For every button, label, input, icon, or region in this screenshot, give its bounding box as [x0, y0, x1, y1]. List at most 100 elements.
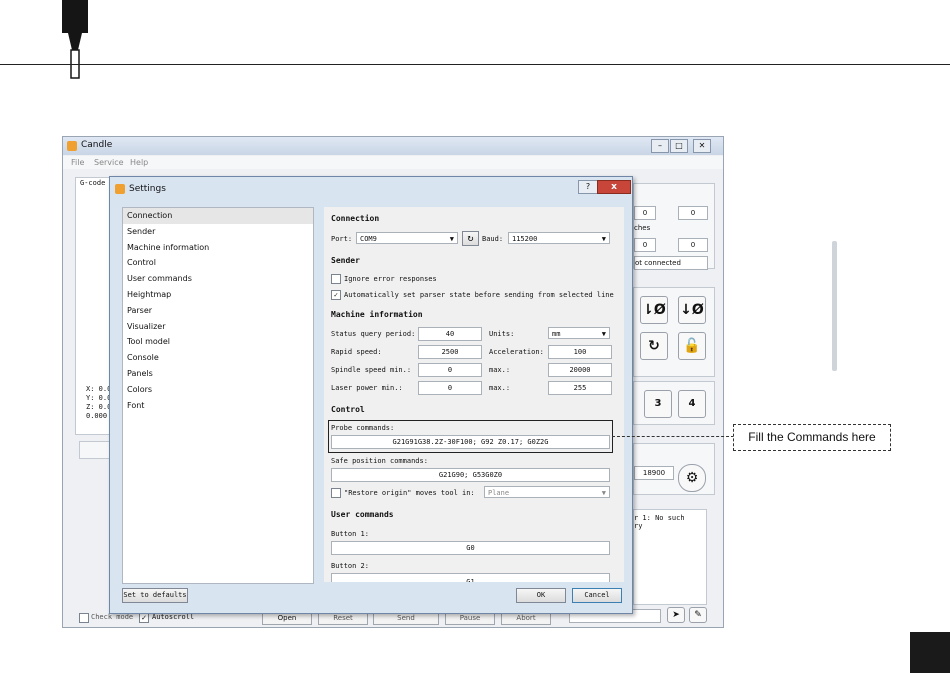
nav-item-heightmap[interactable]: Heightmap	[123, 287, 313, 303]
user-button-3[interactable]: 3	[644, 390, 672, 418]
auto-parser-label: Automatically set parser state before se…	[344, 291, 614, 299]
refresh-ports-button[interactable]: ↻	[462, 231, 479, 246]
units-select[interactable]: mm ▼	[548, 327, 610, 339]
ignore-errors-label: Ignore error responses	[344, 275, 437, 283]
spindle-speed-value: 18900	[634, 466, 674, 480]
restore-origin-button[interactable]: ↻	[640, 332, 668, 360]
nav-item-font[interactable]: Font	[123, 398, 313, 414]
help-button[interactable]: ?	[578, 180, 598, 194]
rapid-speed-label: Rapid speed:	[331, 348, 382, 356]
nav-item-machine-information[interactable]: Machine information	[123, 240, 313, 256]
callout-leader-line	[612, 436, 734, 437]
work-x-value: 0	[634, 206, 656, 220]
baud-value: 115200	[512, 235, 538, 243]
baud-select[interactable]: 115200 ▼	[508, 232, 610, 244]
nav-item-tool-model[interactable]: Tool model	[123, 334, 313, 350]
console-output: r 1: No such ry	[634, 514, 685, 530]
maximize-button[interactable]: □	[670, 139, 688, 153]
zero-z-button[interactable]: ↓Ø	[678, 296, 706, 324]
laser-max-label: max.:	[489, 384, 511, 392]
menu-service[interactable]: Service	[94, 158, 124, 167]
dialog-close-button[interactable]: x	[597, 180, 631, 194]
close-button[interactable]: ✕	[693, 139, 711, 153]
clear-console-button[interactable]: ✎	[689, 607, 707, 623]
chevron-down-icon: ▼	[601, 330, 606, 338]
button2-label: Button 2:	[331, 562, 369, 570]
gcode-label: G-code	[80, 179, 106, 187]
user-commands-heading: User commands	[331, 510, 394, 519]
rapid-speed-field[interactable]: 2500	[418, 345, 482, 359]
autoscroll-checkbox[interactable]: ✓	[139, 613, 149, 623]
laser-max-field[interactable]: 255	[548, 381, 612, 395]
laser-min-label: Laser power min.:	[331, 384, 403, 392]
autoscroll-label: Autoscroll	[152, 613, 195, 621]
send-console-button[interactable]: ➤	[667, 607, 685, 623]
menu-bar: File Service Help	[63, 156, 723, 169]
nav-item-control[interactable]: Control	[123, 255, 313, 271]
page-number-tab	[910, 632, 950, 673]
port-value: COM9	[360, 235, 377, 243]
button2-field[interactable]: G1	[331, 573, 610, 582]
spindle-button[interactable]: ⚙	[678, 464, 706, 492]
spindle-min-field[interactable]: 0	[418, 363, 482, 377]
nav-item-connection[interactable]: Connection	[123, 208, 313, 224]
nav-item-user-commands[interactable]: User commands	[123, 271, 313, 287]
status-query-field[interactable]: 40	[418, 327, 482, 341]
zero-xy-button[interactable]: ⇂Ø	[640, 296, 668, 324]
auto-parser-checkbox[interactable]: ✓	[331, 290, 341, 300]
ok-button[interactable]: OK	[516, 588, 566, 603]
laser-min-field[interactable]: 0	[418, 381, 482, 395]
minimize-button[interactable]: –	[651, 139, 669, 153]
machine-logo-icon	[62, 0, 88, 79]
machine-heading: Machine information	[331, 310, 423, 319]
callout-box: Fill the Commands here	[733, 424, 891, 451]
button1-field[interactable]: G0	[331, 541, 610, 555]
machine-y-value: 0	[678, 238, 708, 252]
work-y-value: 0	[678, 206, 708, 220]
nav-item-panels[interactable]: Panels	[123, 366, 313, 382]
status-value: ot connected	[634, 256, 708, 270]
spindle-min-label: Spindle speed min.:	[331, 366, 412, 374]
nav-item-console[interactable]: Console	[123, 350, 313, 366]
user-commands-panel: 3 4	[633, 381, 715, 425]
cancel-button[interactable]: Cancel	[572, 588, 622, 603]
nav-item-parser[interactable]: Parser	[123, 303, 313, 319]
chevron-down-icon: ▼	[449, 235, 454, 243]
restore-origin-value: Plane	[488, 489, 510, 497]
menu-file[interactable]: File	[71, 158, 84, 167]
nav-item-colors[interactable]: Colors	[123, 382, 313, 398]
baud-label: Baud:	[482, 235, 504, 243]
check-mode-checkbox[interactable]	[79, 613, 89, 623]
restore-origin-select[interactable]: Plane ▼	[484, 486, 610, 498]
restore-origin-checkbox[interactable]	[331, 488, 341, 498]
settings-content: Connection Port: COM9 ▼ ↻ Baud: 115200 ▼ S…	[324, 207, 837, 582]
acceleration-label: Acceleration:	[489, 348, 544, 356]
nav-item-visualizer[interactable]: Visualizer	[123, 319, 313, 335]
spindle-panel: 18900 ⚙	[633, 443, 715, 495]
port-select[interactable]: COM9 ▼	[356, 232, 458, 244]
chevron-down-icon: ▼	[601, 235, 606, 243]
ches-label: ches	[634, 224, 651, 232]
user-button-4[interactable]: 4	[678, 390, 706, 418]
nav-item-sender[interactable]: Sender	[123, 224, 313, 240]
app-icon	[67, 141, 77, 151]
machine-x-value: 0	[634, 238, 656, 252]
probe-commands-highlight	[328, 420, 613, 453]
settings-nav-list: Connection Sender Machine information Co…	[122, 207, 314, 584]
window-title: Candle	[81, 140, 113, 150]
button1-label: Button 1:	[331, 530, 369, 538]
spindle-max-field[interactable]: 20000	[548, 363, 612, 377]
ignore-errors-checkbox[interactable]	[331, 274, 341, 284]
content-scrollbar[interactable]	[832, 241, 837, 371]
port-label: Port:	[331, 235, 353, 243]
acceleration-field[interactable]: 100	[548, 345, 612, 359]
coord-y: Y: 0.0	[86, 394, 112, 402]
chevron-down-icon: ▼	[601, 489, 606, 497]
set-defaults-button[interactable]: Set to defaults	[122, 588, 188, 603]
spindle-max-label: max.:	[489, 366, 511, 374]
settings-app-icon	[115, 184, 125, 194]
check-mode-label: Check mode	[91, 613, 134, 621]
unlock-button[interactable]: 🔓	[678, 332, 706, 360]
safe-position-field[interactable]: G21G90; G53G0Z0	[331, 468, 610, 482]
menu-help[interactable]: Help	[130, 158, 148, 167]
